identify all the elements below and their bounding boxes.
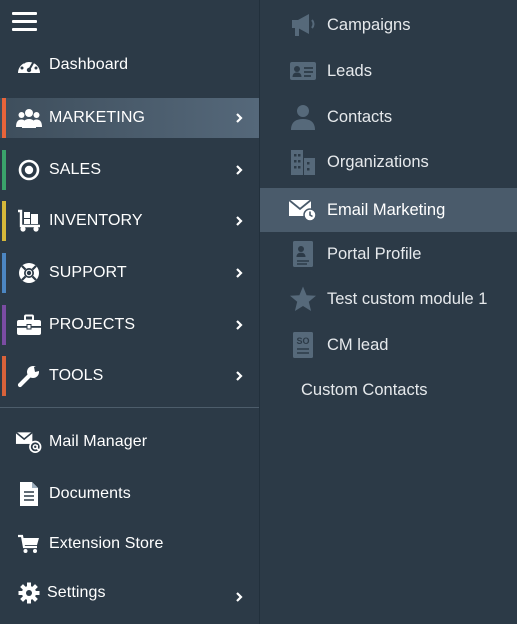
chevron-right-icon	[236, 320, 243, 330]
sidebar-item-label: Documents	[49, 485, 131, 502]
tools-color-bar	[2, 356, 6, 396]
sidebar-item-projects[interactable]: PROJECTS	[0, 305, 259, 345]
document-icon	[15, 481, 42, 508]
marketing-color-bar	[2, 98, 6, 138]
submenu-item-test-custom-module-1[interactable]: Test custom module 1	[260, 277, 517, 321]
sidebar-item-documents[interactable]: Documents	[0, 474, 259, 514]
id-card-icon	[288, 56, 318, 86]
sidebar-item-label: Mail Manager	[49, 433, 148, 450]
sidebar-item-sales[interactable]: SALES	[0, 150, 259, 190]
sidebar-item-label: SALES	[49, 161, 102, 178]
marketing-submenu: Campaigns Leads Contacts Organizations E…	[260, 0, 517, 624]
mail-at-icon	[15, 429, 42, 456]
sidebar-divider	[0, 407, 259, 408]
megaphone-icon	[288, 10, 318, 40]
submenu-item-label: Organizations	[327, 152, 429, 171]
projects-color-bar	[2, 305, 6, 345]
submenu-item-email-marketing[interactable]: Email Marketing	[260, 188, 517, 232]
sidebar-item-label: Settings	[47, 584, 106, 601]
sidebar-item-label: Dashboard	[49, 56, 129, 73]
sidebar-item-label: MARKETING	[49, 109, 146, 126]
submenu-item-label: Portal Profile	[327, 244, 422, 263]
submenu-item-label: Contacts	[327, 107, 393, 126]
submenu-item-label: Custom Contacts	[301, 380, 428, 399]
submenu-item-label: Email Marketing	[327, 200, 446, 219]
main-sidebar: Dashboard MARKETING SALES INVENTORY SUPP…	[0, 0, 259, 624]
email-clock-icon	[288, 195, 318, 225]
dolly-icon	[15, 208, 42, 235]
sidebar-item-inventory[interactable]: INVENTORY	[0, 201, 259, 241]
sidebar-item-tools[interactable]: TOOLS	[0, 356, 259, 396]
sidebar-item-settings[interactable]: Settings	[0, 573, 259, 613]
sidebar-item-label: INVENTORY	[49, 212, 143, 229]
submenu-item-cm-lead[interactable]: SO CM lead	[260, 323, 517, 367]
target-icon	[15, 157, 42, 184]
wrench-icon	[15, 363, 42, 390]
svg-text:SO: SO	[296, 336, 309, 346]
submenu-item-leads[interactable]: Leads	[260, 49, 517, 93]
submenu-item-campaigns[interactable]: Campaigns	[260, 3, 517, 47]
sidebar-item-mail-manager[interactable]: Mail Manager	[0, 422, 259, 462]
chevron-right-icon	[236, 216, 243, 226]
cart-icon	[15, 531, 42, 558]
so-doc-icon: SO	[288, 330, 318, 360]
sales-color-bar	[2, 150, 6, 190]
submenu-item-contacts[interactable]: Contacts	[260, 95, 517, 139]
hamburger-icon[interactable]	[12, 12, 37, 32]
submenu-item-custom-contacts[interactable]: Custom Contacts	[260, 368, 517, 412]
submenu-item-portal-profile[interactable]: Portal Profile	[260, 232, 517, 276]
profile-doc-icon	[288, 239, 318, 269]
sidebar-item-label: PROJECTS	[49, 316, 136, 333]
buildings-icon	[288, 147, 318, 177]
inventory-color-bar	[2, 201, 6, 241]
briefcase-icon	[15, 312, 42, 339]
sidebar-item-label: SUPPORT	[49, 264, 127, 281]
chevron-right-icon	[236, 165, 243, 175]
submenu-item-label: CM lead	[327, 335, 389, 354]
gear-icon	[15, 580, 42, 607]
sidebar-item-support[interactable]: SUPPORT	[0, 253, 259, 293]
chevron-right-icon	[236, 268, 243, 278]
submenu-item-label: Leads	[327, 61, 372, 80]
sidebar-item-dashboard[interactable]: Dashboard	[0, 45, 259, 85]
life-ring-icon	[15, 260, 42, 287]
submenu-item-label: Test custom module 1	[327, 289, 488, 308]
star-icon	[288, 284, 318, 314]
support-color-bar	[2, 253, 6, 293]
chevron-right-icon	[236, 371, 243, 381]
chevron-right-icon	[236, 592, 243, 602]
sidebar-item-marketing[interactable]: MARKETING	[0, 98, 259, 138]
gauge-icon	[15, 52, 42, 79]
sidebar-item-label: Extension Store	[49, 535, 164, 552]
submenu-item-organizations[interactable]: Organizations	[260, 140, 517, 184]
users-icon	[15, 105, 42, 132]
submenu-item-label: Campaigns	[327, 15, 411, 34]
person-icon	[288, 102, 318, 132]
chevron-right-icon	[236, 113, 243, 123]
sidebar-item-extension-store[interactable]: Extension Store	[0, 524, 259, 564]
sidebar-item-label: TOOLS	[49, 367, 104, 384]
